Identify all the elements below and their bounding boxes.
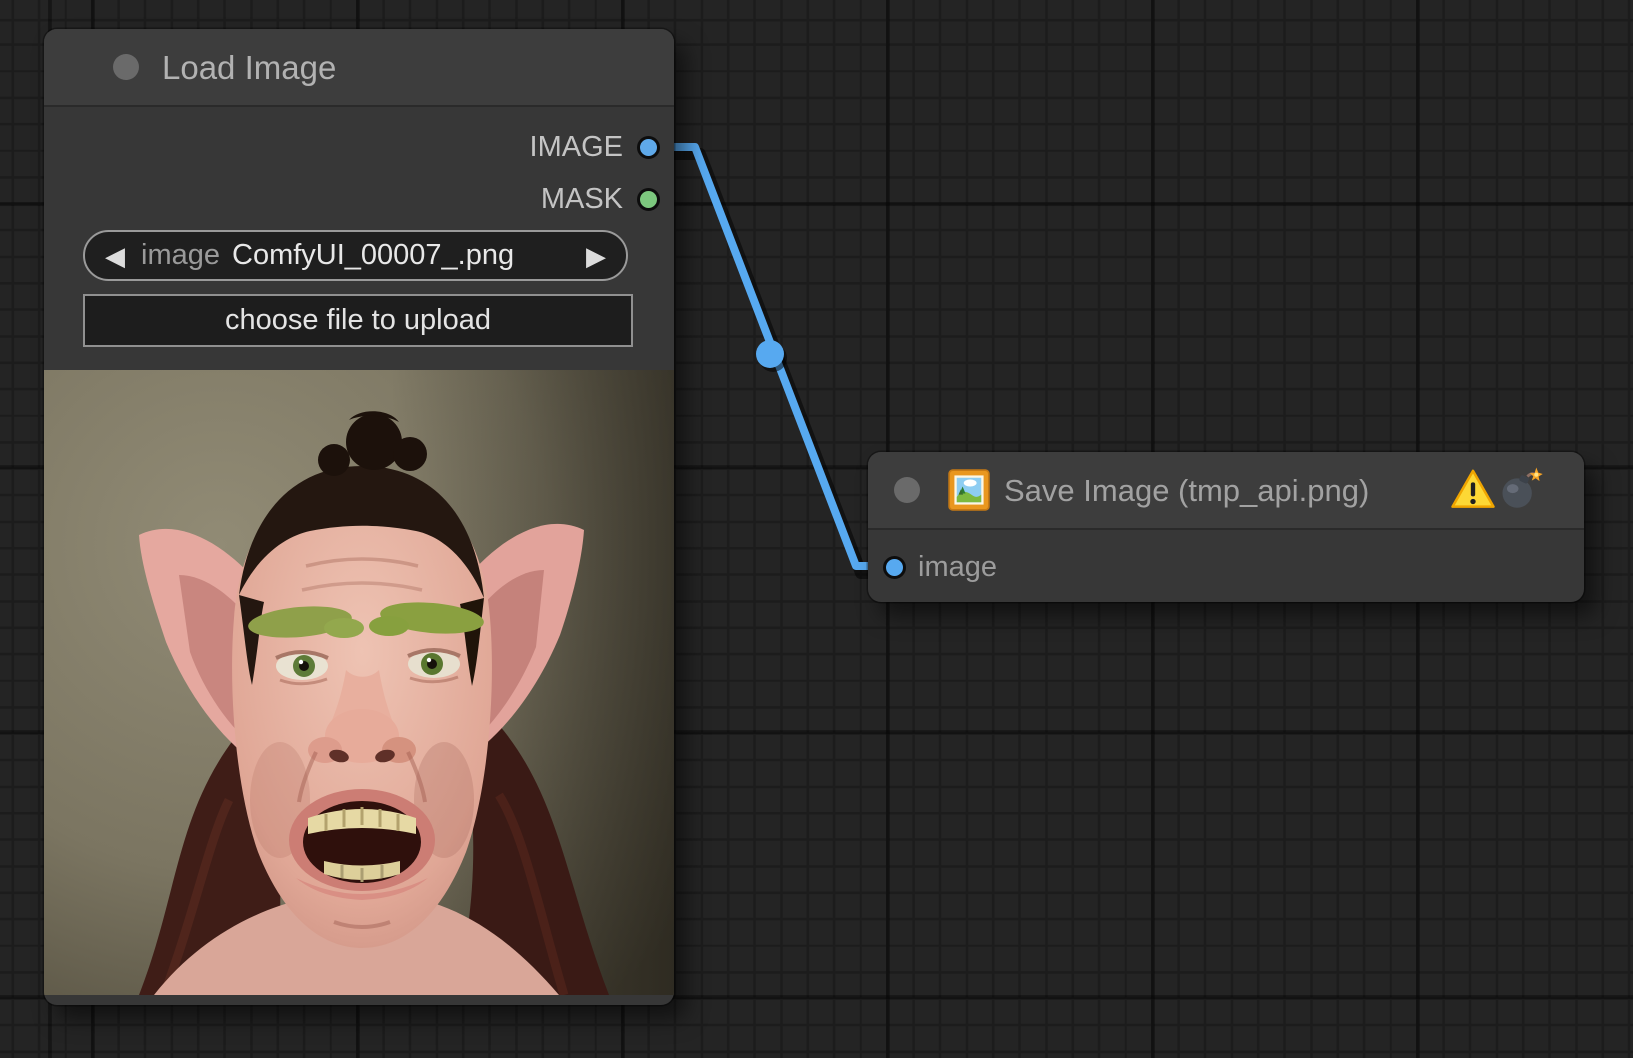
save-image-title-bar[interactable]: Save Image (tmp_api.png) [868, 452, 1584, 530]
node-status-dot[interactable] [894, 477, 920, 503]
combo-right-arrow-icon[interactable]: ▶ [586, 243, 606, 269]
framed-picture-icon [948, 469, 990, 511]
combo-left-arrow-icon[interactable]: ◀ [105, 243, 125, 269]
load-image-node[interactable]: Load Image IMAGE MASK ◀ image ComfyUI_00… [44, 29, 674, 1005]
node-title: Save Image (tmp_api.png) [1004, 452, 1369, 528]
bomb-icon [1498, 465, 1544, 511]
load-image-title-bar[interactable]: Load Image [44, 29, 674, 107]
link-midpoint-shadow [759, 344, 787, 372]
output-label-image: IMAGE [530, 130, 623, 164]
node-title: Load Image [162, 29, 336, 105]
output-dot-mask[interactable] [637, 188, 660, 211]
choose-file-button[interactable]: choose file to upload [83, 294, 633, 347]
combo-widget-value: ComfyUI_00007_.png [232, 239, 514, 272]
preview-alt-text: Photo preview: troll-like man with huge … [0, 0, 1, 1]
node-status-dot[interactable] [113, 54, 139, 80]
comfyui-canvas[interactable]: { "canvas": { "background": "#242424", "… [0, 0, 1633, 1058]
warning-icon [1450, 467, 1496, 513]
input-label-image: image [918, 550, 997, 584]
output-dot-image[interactable] [637, 136, 660, 159]
link-midpoint-dot[interactable] [756, 340, 784, 368]
input-dot-image[interactable] [883, 556, 906, 579]
image-preview [44, 370, 674, 995]
combo-widget-label: image [141, 239, 220, 272]
link-image-to-save[interactable] [650, 147, 893, 573]
output-label-mask: MASK [541, 182, 623, 216]
image-filename-combo[interactable]: ◀ image ComfyUI_00007_.png ▶ [83, 230, 628, 281]
save-image-node[interactable]: Save Image (tmp_api.png) image [868, 452, 1584, 602]
